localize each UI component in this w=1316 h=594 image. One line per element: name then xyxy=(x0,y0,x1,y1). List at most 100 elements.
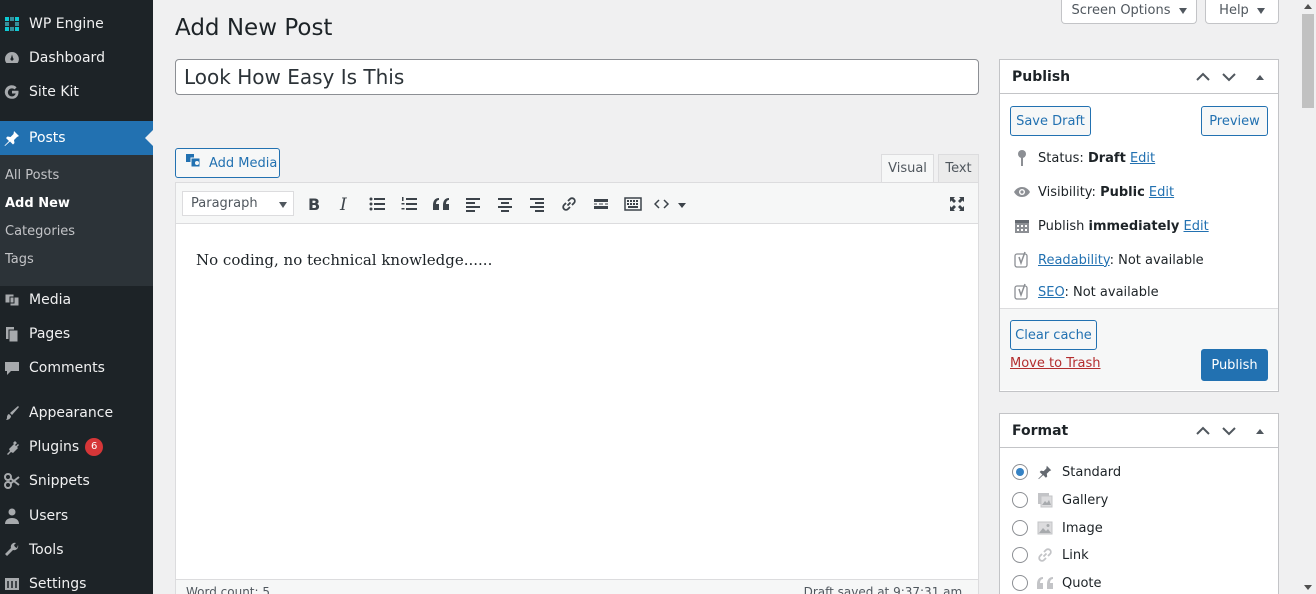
editor-status-bar: Word count: 5 Draft saved at 9:37:31 am. xyxy=(176,579,978,594)
screen-options-button[interactable]: Screen Options xyxy=(1061,0,1197,24)
insert-link-button[interactable] xyxy=(558,193,580,215)
format-select-value: Paragraph xyxy=(191,196,258,211)
format-option-standard[interactable]: Standard xyxy=(1012,463,1121,481)
code-dropdown-button[interactable] xyxy=(654,193,690,215)
format-option-link[interactable]: Link xyxy=(1012,546,1089,564)
format-radio[interactable] xyxy=(1012,575,1028,591)
tab-text[interactable]: Text xyxy=(938,154,979,183)
scissors-icon xyxy=(1,470,23,492)
sidebar-item-appearance[interactable]: Appearance xyxy=(0,396,153,430)
publish-value: immediately xyxy=(1088,218,1180,234)
svg-text:I: I xyxy=(339,196,347,212)
toggle-panel-button[interactable] xyxy=(1251,422,1269,440)
publish-time-row: Publish immediately Edit xyxy=(1012,217,1209,235)
numbered-list-icon xyxy=(401,197,417,210)
align-right-button[interactable] xyxy=(526,193,548,215)
add-media-button[interactable]: Add Media xyxy=(175,148,280,178)
sidebar-item-pages[interactable]: Pages xyxy=(0,317,153,351)
triangle-up-icon xyxy=(1256,75,1264,80)
add-media-label: Add Media xyxy=(209,155,278,171)
format-option-quote[interactable]: Quote xyxy=(1012,574,1102,592)
sidebar-item-site-kit[interactable]: Site Kit xyxy=(0,75,153,109)
format-option-label: Quote xyxy=(1062,575,1102,591)
numbered-list-button[interactable] xyxy=(398,193,420,215)
save-draft-button[interactable]: Save Draft xyxy=(1010,106,1091,136)
sidebar-item-media[interactable]: Media xyxy=(0,283,153,317)
media-icon xyxy=(1,289,23,311)
fullscreen-button[interactable] xyxy=(946,193,968,215)
sidebar-item-label: Pages xyxy=(29,326,71,342)
sidebar-item-wp-engine[interactable]: WP Engine xyxy=(0,7,153,41)
submenu-tags[interactable]: Tags xyxy=(5,252,34,267)
format-radio[interactable] xyxy=(1012,464,1028,480)
edit-status-link[interactable]: Edit xyxy=(1130,151,1155,166)
caret-down-icon xyxy=(279,202,287,208)
format-radio[interactable] xyxy=(1012,492,1028,508)
scroll-thumb[interactable] xyxy=(1302,14,1314,108)
format-option-label: Standard xyxy=(1062,464,1122,480)
edit-visibility-link[interactable]: Edit xyxy=(1149,185,1174,200)
submenu-add-new[interactable]: Add New xyxy=(5,196,70,211)
settings-icon xyxy=(1,573,23,594)
pages-icon xyxy=(1,323,23,345)
sidebar-item-dashboard[interactable]: Dashboard xyxy=(0,41,153,75)
move-down-button[interactable] xyxy=(1220,422,1238,440)
format-box: Format Standard Gallery Image Link Quote xyxy=(999,413,1279,594)
format-radio[interactable] xyxy=(1012,547,1028,563)
preview-button[interactable]: Preview xyxy=(1201,106,1268,136)
bullet-list-button[interactable] xyxy=(366,193,388,215)
italic-button[interactable]: I xyxy=(334,193,356,215)
clear-cache-button[interactable]: Clear cache xyxy=(1010,320,1097,350)
submenu-all-posts[interactable]: All Posts xyxy=(5,168,59,183)
read-more-button[interactable] xyxy=(590,193,612,215)
publish-button[interactable]: Publish xyxy=(1201,349,1268,381)
chevron-up-icon xyxy=(1196,72,1210,81)
tab-visual[interactable]: Visual xyxy=(881,154,934,183)
sidebar-item-label: Settings xyxy=(29,576,87,592)
page-title: Add New Post xyxy=(175,15,333,41)
blockquote-button[interactable] xyxy=(430,193,452,215)
readability-value: : Not available xyxy=(1109,252,1204,268)
post-title-input[interactable]: Look How Easy Is This xyxy=(175,59,979,95)
visibility-value: Public xyxy=(1100,184,1145,200)
align-left-button[interactable] xyxy=(462,193,484,215)
scroll-down-arrow-icon[interactable] xyxy=(1304,585,1312,590)
seo-row: SEO: Not available xyxy=(1012,283,1159,301)
move-down-button[interactable] xyxy=(1220,68,1238,86)
eye-icon xyxy=(1012,183,1032,201)
readability-link[interactable]: Readability xyxy=(1038,253,1110,268)
keyboard-icon xyxy=(624,197,642,211)
page-scrollbar[interactable] xyxy=(1299,0,1316,594)
scroll-up-arrow-icon[interactable] xyxy=(1304,4,1312,9)
sidebar-item-posts[interactable]: Posts xyxy=(0,121,153,155)
submenu-categories[interactable]: Categories xyxy=(5,224,75,239)
move-to-trash-link[interactable]: Move to Trash xyxy=(1010,356,1101,371)
gallery-icon xyxy=(1036,491,1054,509)
bold-button[interactable]: B xyxy=(302,193,324,215)
sidebar-item-snippets[interactable]: Snippets xyxy=(0,464,153,498)
editor-content[interactable]: No coding, no technical knowledge...... xyxy=(196,251,492,269)
screen-options-label: Screen Options xyxy=(1071,3,1171,18)
sidebar-item-users[interactable]: Users xyxy=(0,499,153,533)
sidebar-item-settings[interactable]: Settings xyxy=(0,567,153,594)
format-select[interactable]: Paragraph xyxy=(182,191,294,216)
caret-down-icon xyxy=(1256,7,1265,14)
toolbar-toggle-button[interactable] xyxy=(622,193,644,215)
sidebar-item-comments[interactable]: Comments xyxy=(0,351,153,385)
toggle-panel-button[interactable] xyxy=(1251,68,1269,86)
plugin-icon xyxy=(1,436,23,458)
edit-publish-time-link[interactable]: Edit xyxy=(1184,219,1209,234)
sidebar-item-tools[interactable]: Tools xyxy=(0,533,153,567)
move-up-button[interactable] xyxy=(1194,68,1212,86)
move-up-button[interactable] xyxy=(1194,422,1212,440)
format-radio[interactable] xyxy=(1012,520,1028,536)
sidebar-item-plugins[interactable]: Plugins 6 xyxy=(0,430,153,464)
sidebar-item-label: Tools xyxy=(29,542,64,558)
help-button[interactable]: Help xyxy=(1205,0,1279,24)
format-option-gallery[interactable]: Gallery xyxy=(1012,491,1108,509)
dashboard-icon xyxy=(1,47,23,69)
format-option-image[interactable]: Image xyxy=(1012,519,1103,537)
align-center-button[interactable] xyxy=(494,193,516,215)
visibility-row: Visibility: Public Edit xyxy=(1012,183,1174,201)
seo-link[interactable]: SEO xyxy=(1038,285,1064,300)
